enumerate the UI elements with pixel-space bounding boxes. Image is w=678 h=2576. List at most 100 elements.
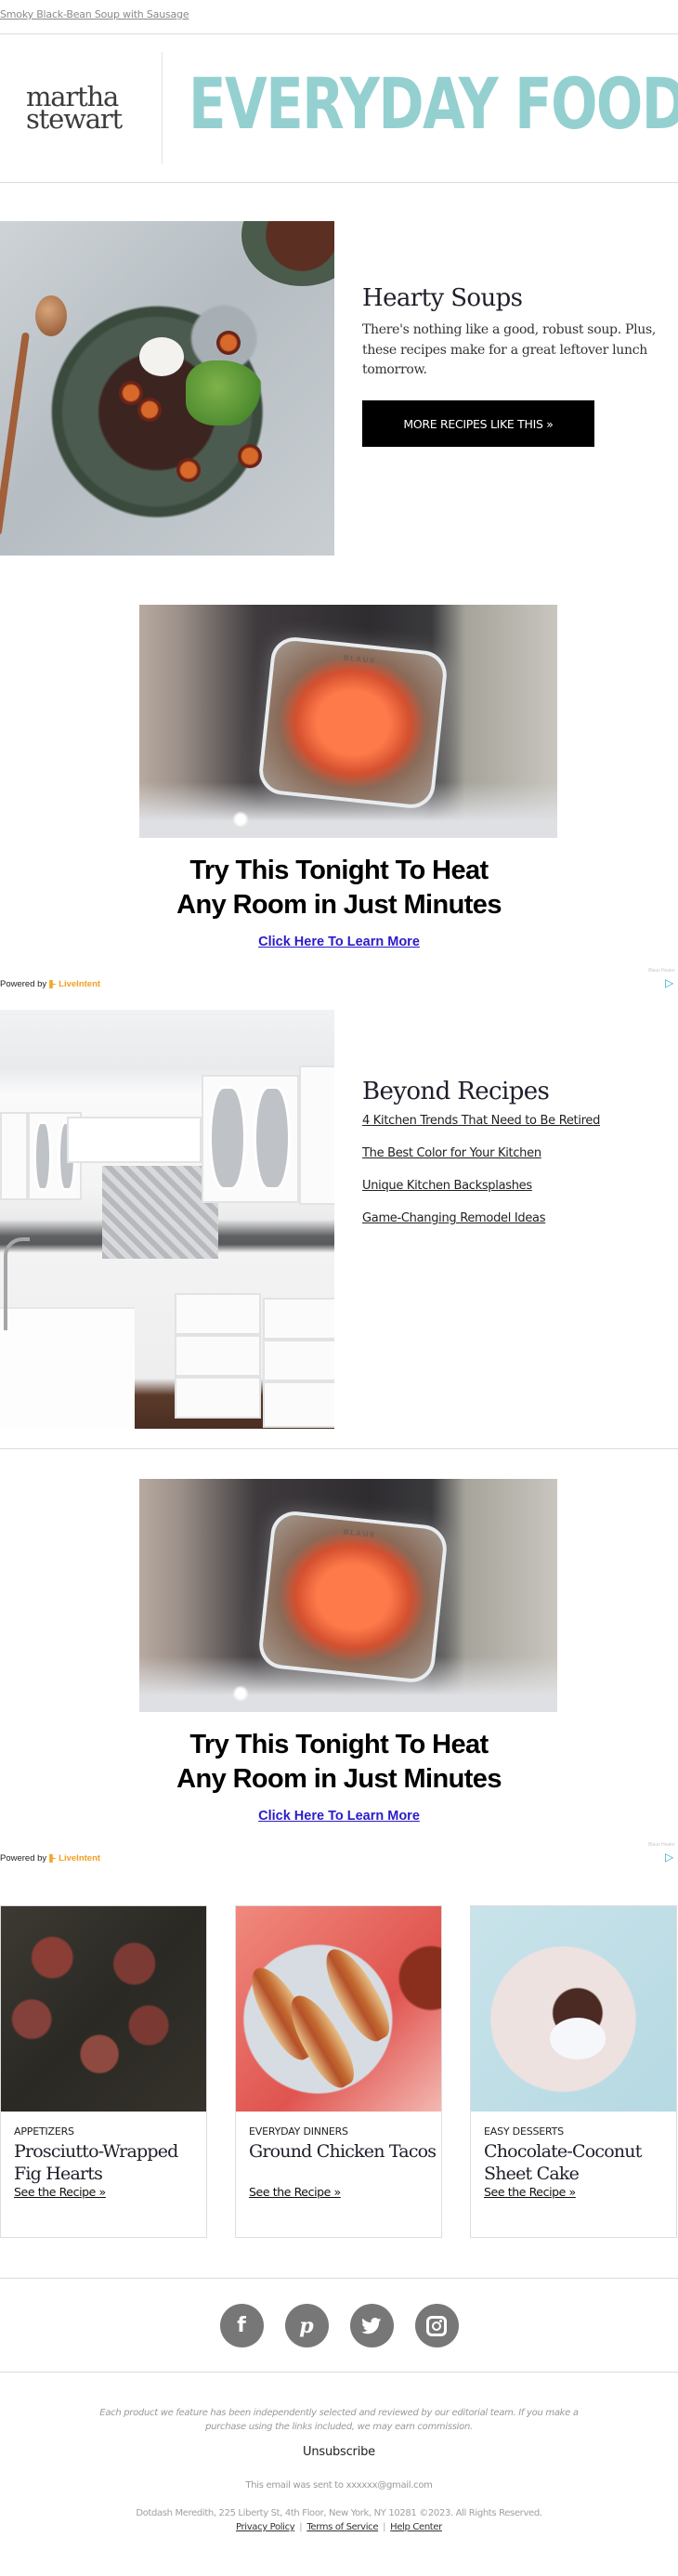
cabinet [299, 1066, 334, 1205]
recipe-title[interactable]: Chocolate-Coconut Sheet Cake [484, 2140, 674, 2185]
separator: | [299, 2522, 303, 2532]
twitter-icon[interactable] [349, 2304, 394, 2347]
ad-headline-line-2: Any Room in Just Minutes [176, 1764, 502, 1794]
everyday-food-logo[interactable]: EVERYDAY FOOD [189, 67, 678, 141]
whipped-cream [550, 2018, 606, 2059]
ad-image-heater[interactable]: BLAUX [139, 605, 557, 838]
heater-product: BLAUX [256, 1509, 450, 1685]
company-address: Dotdash Meredith, 225 Liberty St, 4th Fl… [136, 2508, 542, 2518]
instagram-glyph [426, 2315, 447, 2336]
recipe-card[interactable]: EASY DESSERTS Chocolate-Coconut Sheet Ca… [470, 1905, 677, 2238]
ad-headline-line-1: Try This Tonight To Heat [189, 1730, 489, 1759]
beyond-link-kitchen-trends[interactable]: 4 Kitchen Trends That Need to Be Retired [362, 1114, 600, 1128]
ad-cta: Click Here To Learn More [0, 935, 678, 949]
sausage-slice [238, 444, 262, 468]
cabinet-glass [33, 1121, 52, 1191]
liveintent-logo: LiveIntent [49, 979, 100, 989]
recipe-title[interactable]: Ground Chicken Tacos [249, 2140, 439, 2163]
snowflake [232, 1685, 249, 1702]
help-center-link[interactable]: Help Center [390, 2522, 442, 2532]
drawer [263, 1340, 334, 1381]
preheader-article-link[interactable]: Smoky Black-Bean Soup with Sausage [0, 8, 189, 20]
beyond-link-best-color[interactable]: The Best Color for Your Kitchen [362, 1146, 541, 1160]
pinterest-icon[interactable]: p [284, 2304, 329, 2347]
adchoices-icon[interactable]: ▷ [665, 976, 676, 989]
beyond-link-remodel-ideas[interactable]: Game-Changing Remodel Ideas [362, 1211, 545, 1225]
cabinet-glass [254, 1086, 291, 1190]
ad-learn-more-link[interactable]: Click Here To Learn More [258, 935, 420, 949]
ad-image-heater[interactable]: BLAUX [139, 1479, 557, 1712]
second-bowl [241, 221, 334, 286]
recipe-image-fig-hearts[interactable] [1, 1906, 206, 2112]
heater-product: BLAUX [256, 634, 450, 811]
ad-headline-line-1: Try This Tonight To Heat [189, 856, 489, 885]
privacy-policy-link[interactable]: Privacy Policy [236, 2522, 295, 2532]
recipe-category: APPETIZERS [14, 2125, 74, 2138]
logo-line-2: stewart [26, 103, 123, 135]
ad-headline[interactable]: Try This Tonight To Heat Any Room in Jus… [0, 854, 678, 922]
ad-headline-line-2: Any Room in Just Minutes [176, 890, 502, 920]
unsubscribe-link[interactable]: Unsubscribe [0, 2445, 678, 2459]
herb-garnish [186, 360, 265, 425]
sausage-slice [216, 331, 241, 355]
powered-by-liveintent[interactable]: Powered by LiveIntent [0, 979, 100, 989]
recipe-image-coconut-cake[interactable] [471, 1906, 676, 2112]
see-recipe-link[interactable]: See the Recipe » [484, 2185, 576, 2199]
sour-cream [139, 337, 184, 376]
cabinet-glass [209, 1086, 246, 1190]
hero-title: Hearty Soups [362, 284, 523, 312]
beyond-recipes-image-kitchen[interactable] [0, 1010, 334, 1429]
ad-learn-more-link[interactable]: Click Here To Learn More [258, 1809, 420, 1824]
separator: | [383, 2522, 386, 2532]
hero-image-soup[interactable] [0, 221, 334, 556]
ad-cta: Click Here To Learn More [0, 1809, 678, 1824]
drawer [263, 1381, 334, 1428]
recipe-title[interactable]: Prosciutto-Wrapped Fig Hearts [14, 2140, 204, 2185]
see-recipe-link[interactable]: See the Recipe » [14, 2185, 106, 2199]
hero-description: There's nothing like a good, robust soup… [362, 322, 657, 377]
sent-to-notice: This email was sent to xxxxxx@gmail.com [245, 2480, 433, 2491]
cabinet [0, 1112, 28, 1200]
recipe-image-chicken-tacos[interactable] [236, 1906, 441, 2112]
heater-brand: BLAUX [343, 653, 377, 666]
divider [0, 33, 678, 34]
recipe-category: EASY DESSERTS [484, 2125, 564, 2138]
drawer [263, 1298, 334, 1340]
instagram-icon[interactable] [414, 2304, 459, 2347]
logo-divider [162, 52, 163, 163]
sausage-slice [137, 398, 162, 422]
beyond-recipes-title: Beyond Recipes [362, 1078, 550, 1105]
adchoice-label: Blaux Heater [648, 968, 675, 974]
divider [0, 182, 678, 183]
liveintent-logo: LiveIntent [49, 1853, 100, 1863]
recipe-category: EVERYDAY DINNERS [249, 2125, 348, 2138]
divider [0, 2278, 678, 2279]
adchoice-label: Blaux Heater [648, 1842, 675, 1848]
sausage-slice [176, 458, 201, 482]
liveintent-icon [49, 1854, 58, 1863]
beyond-link-backsplashes[interactable]: Unique Kitchen Backsplashes [362, 1179, 532, 1193]
recipe-card[interactable]: APPETIZERS Prosciutto-Wrapped Fig Hearts… [0, 1905, 207, 2238]
facebook-icon[interactable]: f [219, 2304, 264, 2347]
powered-by-liveintent[interactable]: Powered by LiveIntent [0, 1853, 100, 1863]
liveintent-icon [49, 980, 58, 988]
see-recipe-link[interactable]: See the Recipe » [249, 2185, 341, 2199]
affiliate-disclaimer: Each product we feature has been indepen… [99, 2408, 579, 2432]
ad-headline[interactable]: Try This Tonight To Heat Any Room in Jus… [0, 1728, 678, 1797]
divider [0, 1448, 678, 1449]
drawer [175, 1377, 261, 1419]
legal-links: Privacy Policy | Terms of Service | Help Cen… [0, 2522, 678, 2532]
recipe-card[interactable]: EVERYDAY DINNERS Ground Chicken Tacos Se… [235, 1905, 442, 2238]
range-hood [67, 1117, 202, 1163]
divider [0, 2372, 678, 2373]
heater-brand: BLAUX [343, 1527, 377, 1540]
liveintent-name: LiveIntent [59, 1853, 101, 1863]
adchoices-icon[interactable]: ▷ [665, 1850, 676, 1863]
faucet [4, 1237, 30, 1330]
drawer [175, 1293, 261, 1335]
martha-stewart-logo[interactable]: martha stewart [26, 84, 123, 135]
spoon-handle [0, 332, 30, 536]
terms-of-service-link[interactable]: Terms of Service [306, 2522, 378, 2532]
powered-by-label: Powered by [0, 1853, 47, 1863]
more-recipes-button[interactable]: MORE RECIPES LIKE THIS » [362, 400, 594, 447]
